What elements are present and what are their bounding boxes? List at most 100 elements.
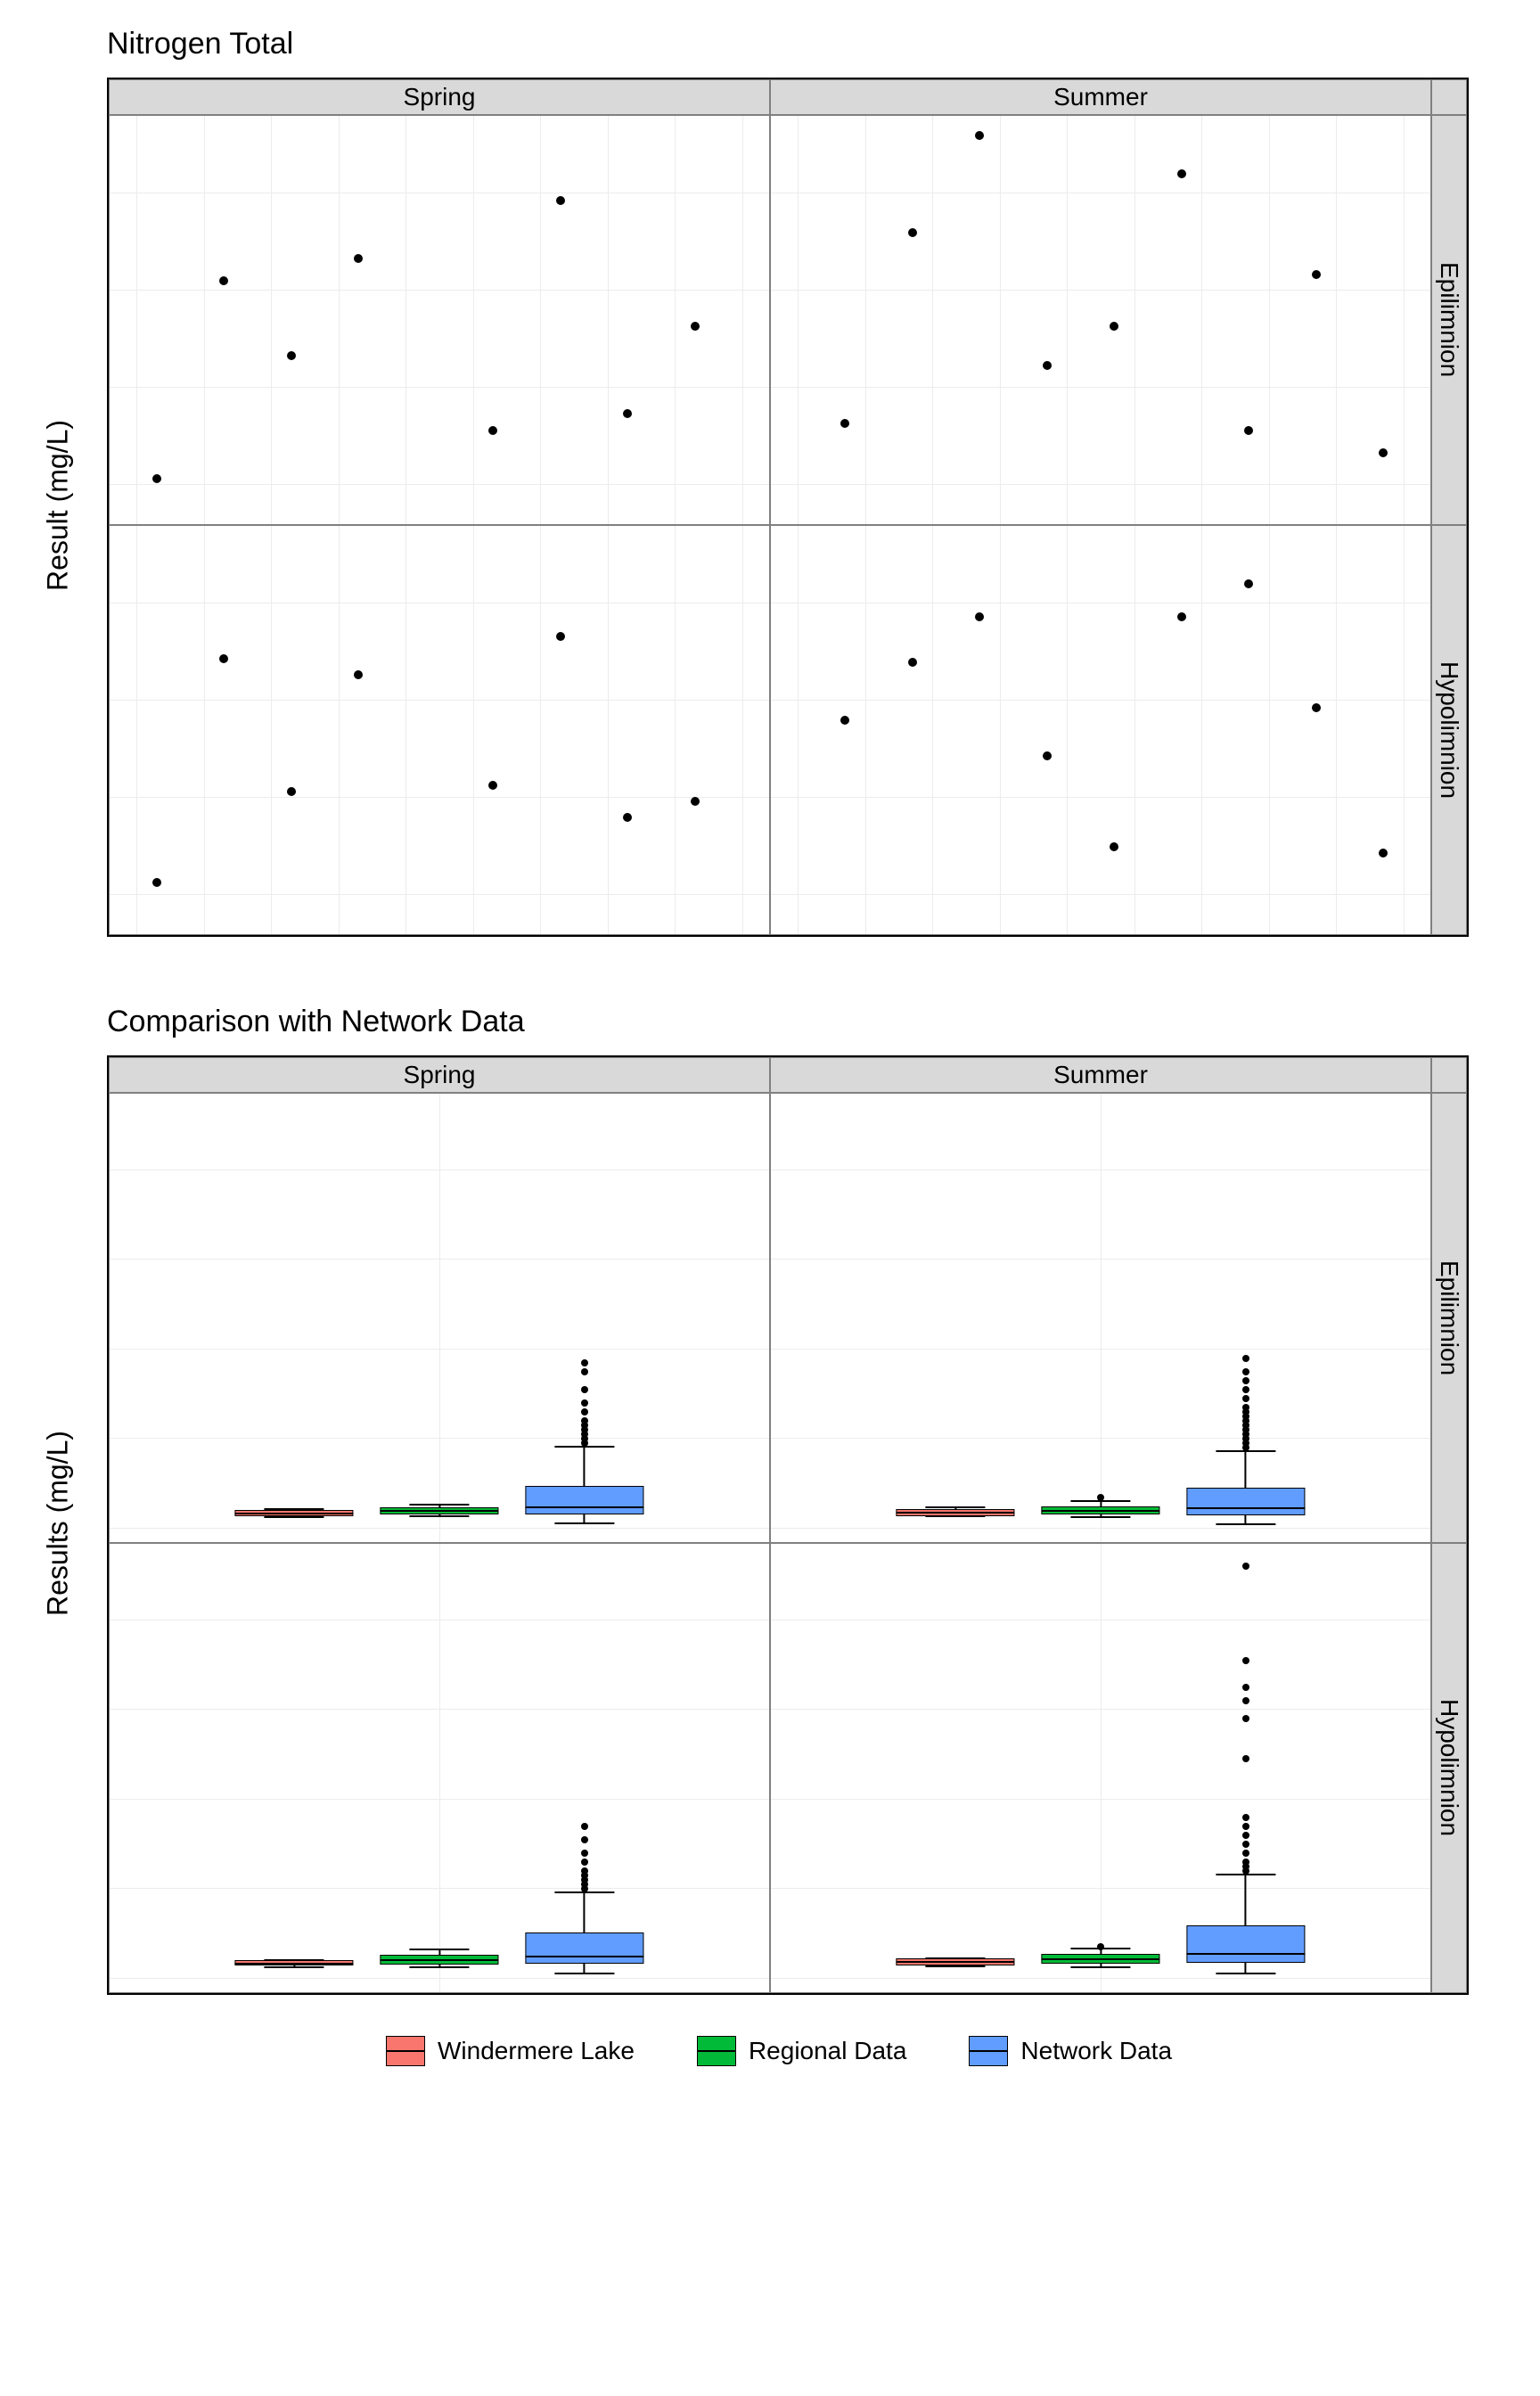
outlier (1242, 1395, 1249, 1402)
boxplot-ylabel: Results (mg/L) (42, 1431, 75, 1616)
scatter-ylabel: Result (mg/L) (42, 420, 75, 591)
legend-item-regional-data: Regional Data (697, 2036, 906, 2066)
data-point (354, 670, 363, 679)
data-point (691, 322, 700, 331)
outlier (581, 1408, 588, 1415)
data-point (840, 716, 849, 725)
outlier (1242, 1832, 1249, 1839)
facet-row-epilimnion: Epilimnion (1431, 115, 1467, 525)
data-point (556, 632, 565, 641)
legend-key-icon (386, 2036, 425, 2066)
outlier (1242, 1563, 1249, 1570)
data-point (488, 781, 497, 790)
data-point (623, 813, 632, 822)
box-regional-data (1041, 1094, 1159, 1542)
legend-label: Regional Data (749, 2037, 906, 2065)
data-point (1043, 361, 1052, 370)
data-point (840, 419, 849, 428)
outlier (1242, 1755, 1249, 1762)
legend-item-network-data: Network Data (969, 2036, 1172, 2066)
data-point (1110, 842, 1118, 851)
data-point (152, 878, 161, 887)
scatter-panel (770, 115, 1431, 525)
data-point (287, 351, 296, 360)
box-windermere-lake (897, 1094, 1015, 1542)
boxplot-panel: Nitrogen Total (770, 1543, 1431, 1993)
data-point (623, 409, 632, 418)
data-point (975, 612, 984, 621)
box-network-data (1186, 1544, 1305, 1992)
outlier (1097, 1943, 1104, 1950)
outlier (581, 1836, 588, 1843)
data-point (219, 654, 228, 663)
data-point (556, 196, 565, 205)
legend-label: Windermere Lake (438, 2037, 635, 2065)
data-point (1110, 322, 1118, 331)
outlier (581, 1417, 588, 1424)
legend-key-icon (969, 2036, 1008, 2066)
facet-col-spring: Spring (109, 1057, 770, 1093)
data-point (1312, 703, 1321, 712)
data-point (1244, 579, 1253, 588)
outlier (1242, 1814, 1249, 1821)
facet-row-epilimnion: Epilimnion (1431, 1093, 1467, 1543)
data-point (1379, 448, 1388, 457)
outlier (1242, 1823, 1249, 1830)
outlier (581, 1359, 588, 1366)
boxplot-facet-grid: Results (mg/L) SpringSummer01234Epilimni… (107, 1055, 1469, 1991)
data-point (908, 228, 917, 237)
legend-key-icon (697, 2036, 736, 2066)
scatter-facet-grid: Result (mg/L) SpringSummer0.120.150.180.… (107, 78, 1469, 933)
outlier (581, 1386, 588, 1393)
box-network-data (525, 1094, 643, 1542)
boxplot-panel (770, 1093, 1431, 1543)
box-regional-data (380, 1094, 498, 1542)
facet-col-summer: Summer (770, 79, 1431, 115)
outlier (581, 1867, 588, 1875)
facet-row-hypolimnion: Hypolimnion (1431, 1543, 1467, 1993)
data-point (691, 797, 700, 806)
scatter-panel: 2016201720182019202020212022202320242025 (770, 525, 1431, 935)
scatter-title: Nitrogen Total (107, 27, 1504, 62)
legend-label: Network Data (1020, 2037, 1172, 2065)
data-point (488, 426, 497, 435)
data-point (1379, 849, 1388, 857)
outlier (1242, 1684, 1249, 1691)
box-regional-data (1041, 1544, 1159, 1992)
legend: Windermere Lake Regional Data Network Data (53, 2036, 1504, 2066)
boxplot-panel: 01234 (109, 1093, 770, 1543)
outlier (581, 1859, 588, 1866)
box-windermere-lake (897, 1544, 1015, 1992)
box-regional-data (380, 1544, 498, 1992)
outlier (1242, 1841, 1249, 1848)
data-point (1177, 612, 1186, 621)
data-point (354, 254, 363, 263)
outlier (581, 1823, 588, 1830)
data-point (1244, 426, 1253, 435)
facet-col-summer: Summer (770, 1057, 1431, 1093)
boxplot-title: Comparison with Network Data (107, 1005, 1504, 1039)
data-point (975, 131, 984, 140)
outlier (1242, 1368, 1249, 1375)
outlier (581, 1850, 588, 1857)
outlier (1242, 1657, 1249, 1664)
outlier (1242, 1850, 1249, 1857)
box-windermere-lake (235, 1094, 354, 1542)
facet-row-hypolimnion: Hypolimnion (1431, 525, 1467, 935)
outlier (1097, 1494, 1104, 1501)
outlier (1242, 1697, 1249, 1704)
data-point (1043, 751, 1052, 760)
facet-col-spring: Spring (109, 79, 770, 115)
data-point (219, 276, 228, 285)
box-windermere-lake (235, 1544, 354, 1992)
box-network-data (525, 1544, 643, 1992)
data-point (908, 658, 917, 667)
scatter-panel: 0.120.150.180.21201620172018201920202021… (109, 525, 770, 935)
boxplot-panel: 01234Nitrogen Total (109, 1543, 770, 1993)
outlier (1242, 1715, 1249, 1722)
outlier (1242, 1355, 1249, 1362)
box-network-data (1186, 1094, 1305, 1542)
outlier (581, 1368, 588, 1375)
outlier (1242, 1377, 1249, 1384)
outlier (1242, 1386, 1249, 1393)
